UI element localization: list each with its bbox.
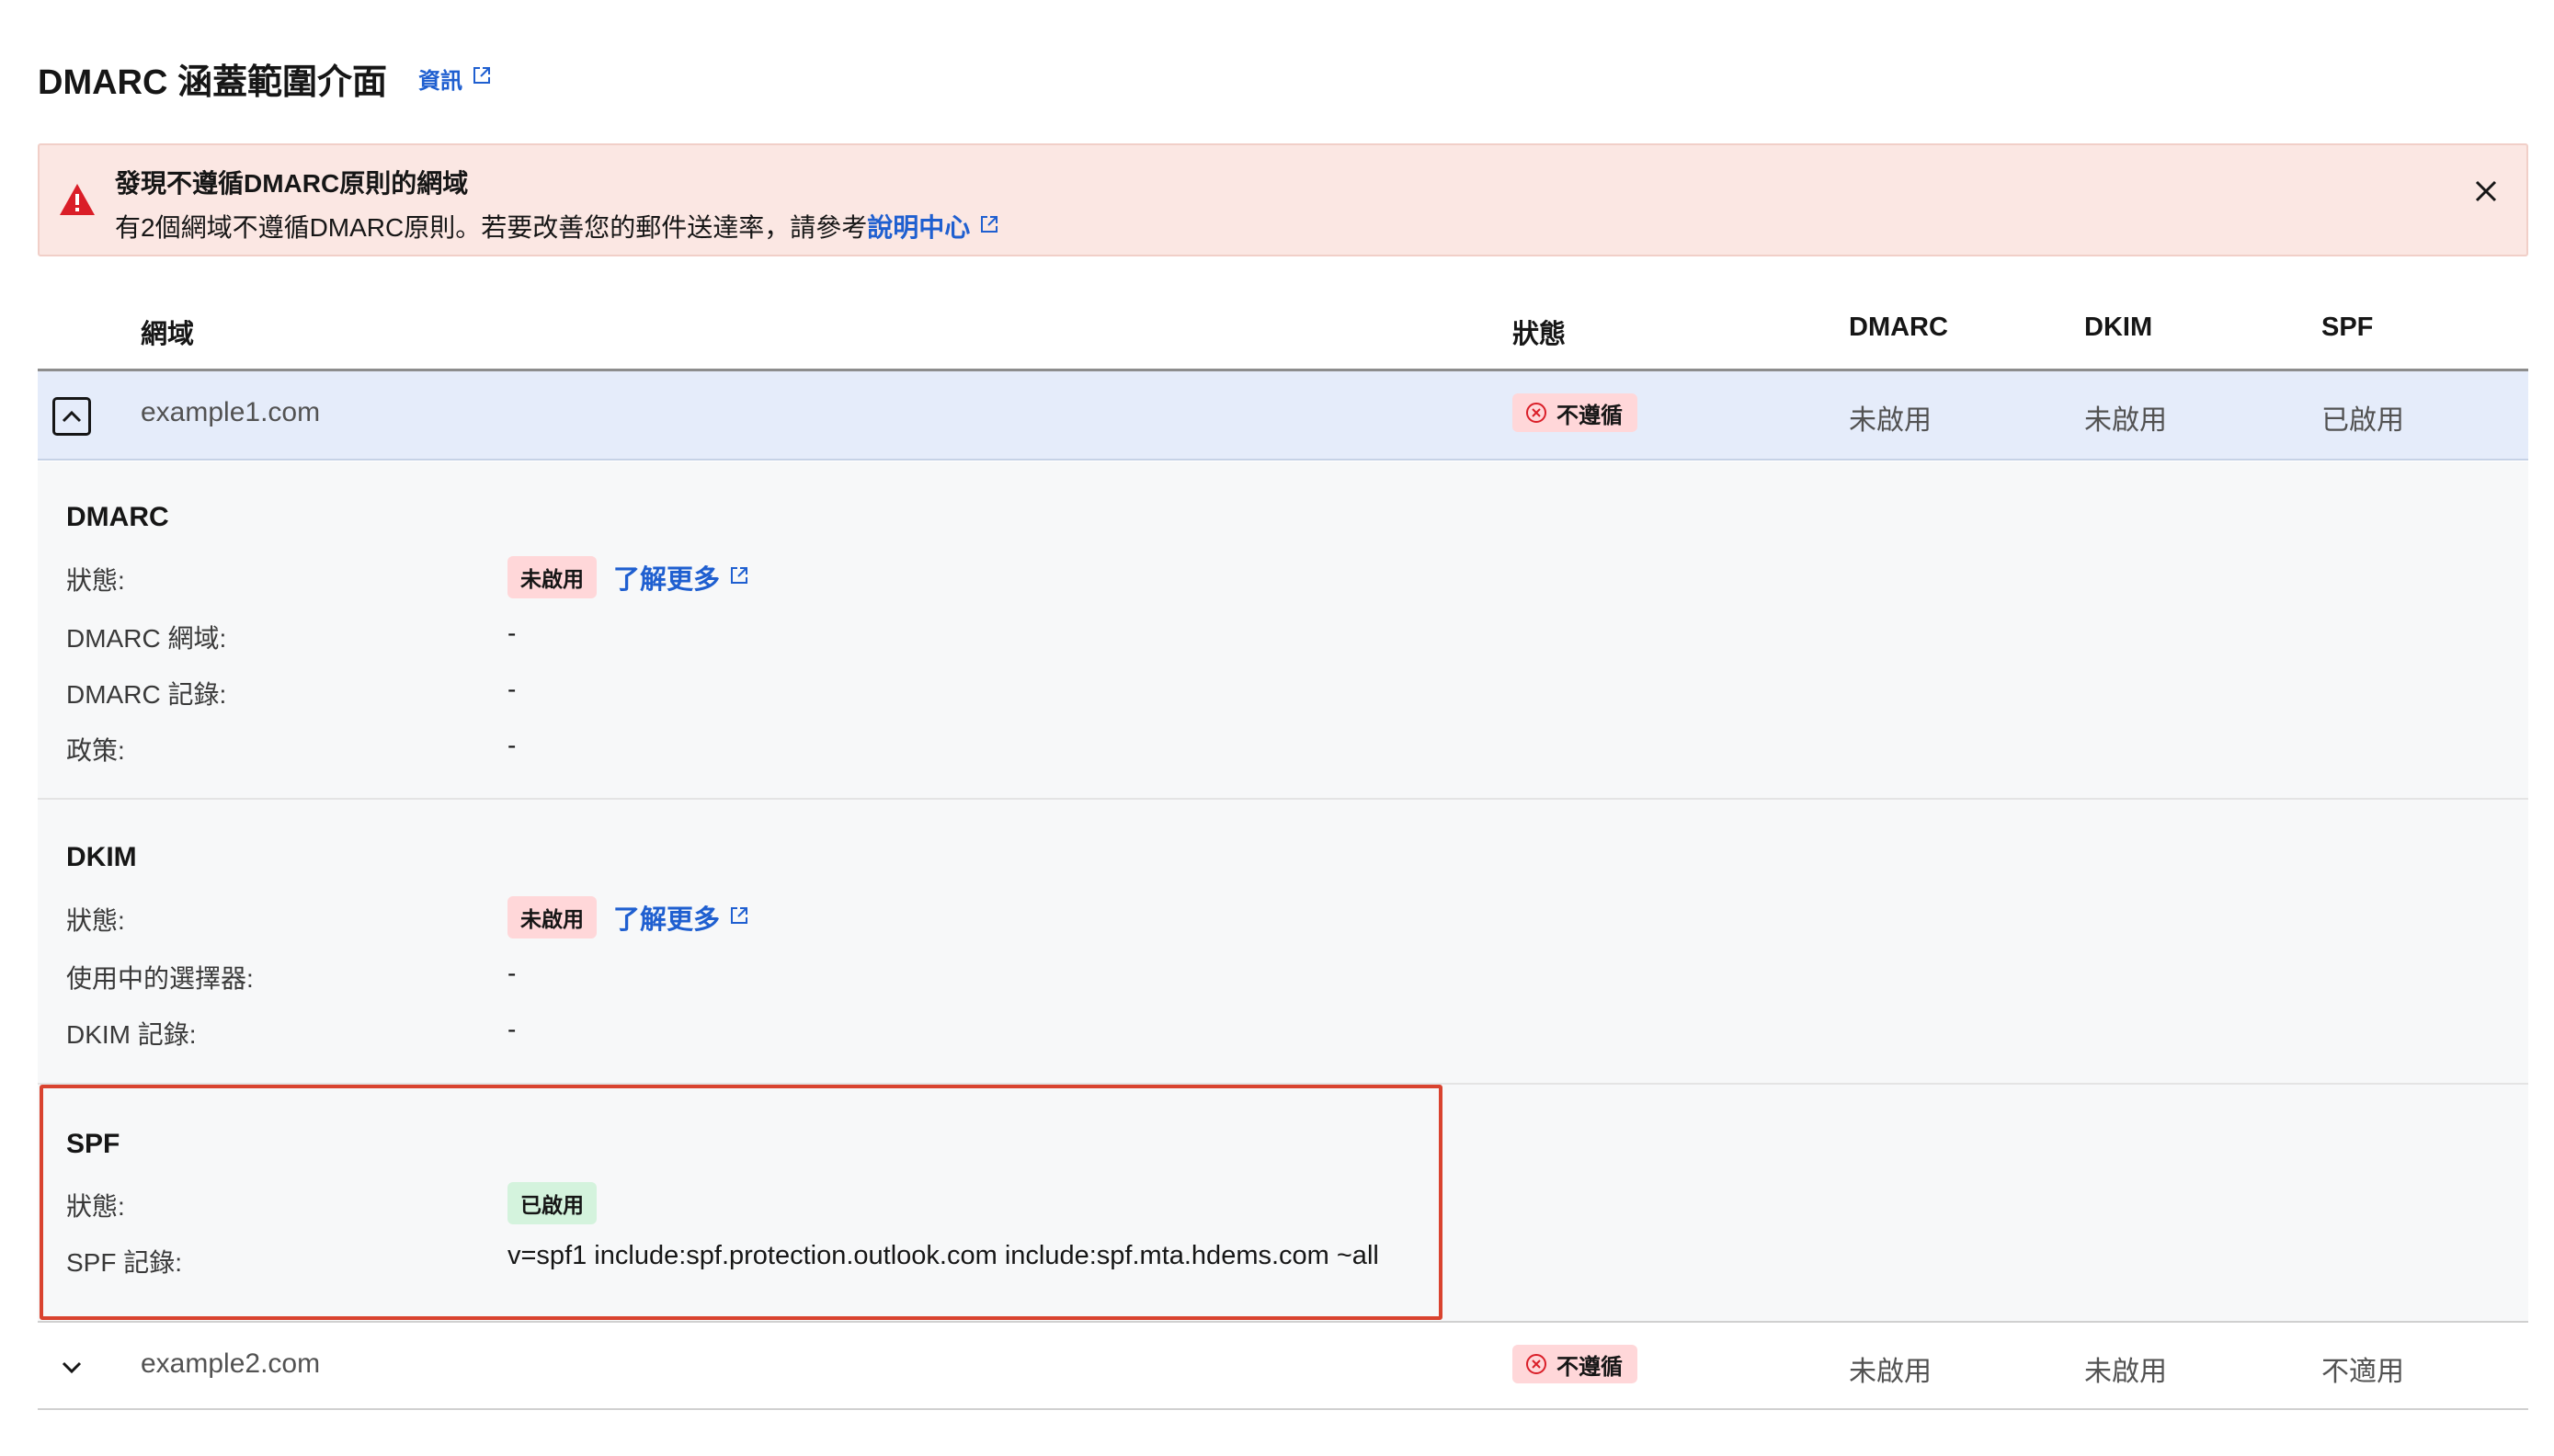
status-badge: 不遵循 <box>1512 393 1637 432</box>
dkim-status-value: 未啟用 了解更多 <box>507 896 749 938</box>
dkim-status-label: 狀態: <box>66 906 125 935</box>
dkim-section: DKIM 狀態: 未啟用 了解更多 使用中的選擇器: - DKIM 記錄: - <box>38 800 2528 1085</box>
title-row: DMARC 涵蓋範圍介面 資訊 <box>38 53 492 104</box>
header-dmarc: DMARC <box>1849 313 1948 342</box>
collapse-row-button[interactable] <box>52 397 91 436</box>
table-header: 網域 狀態 DMARC DKIM SPF <box>38 292 2528 371</box>
status-badge: 未啟用 <box>507 896 597 938</box>
row-dmarc: 未啟用 <box>1849 405 1932 436</box>
status-badge-label: 不遵循 <box>1556 403 1623 428</box>
domains-table: 網域 狀態 DMARC DKIM SPF example1.com 不遵循 未啟… <box>38 292 2528 461</box>
row-domain: example2.com <box>141 1348 321 1379</box>
dmarc-status-value: 未啟用 了解更多 <box>507 556 749 598</box>
row-domain: example1.com <box>141 397 321 427</box>
chevron-down-icon <box>62 1361 82 1374</box>
table-row[interactable]: example1.com 不遵循 未啟用 未啟用 已啟用 <box>38 371 2528 461</box>
dmarc-policy-label: 政策: <box>66 736 125 765</box>
dkim-section-title: DKIM <box>66 842 137 872</box>
table-row[interactable]: example2.com 不遵循 未啟用 未啟用 不適用 <box>38 1321 2528 1410</box>
help-center-link[interactable]: 說明中心 <box>867 208 970 245</box>
dkim-selector-label: 使用中的選擇器: <box>66 964 254 993</box>
warning-icon <box>58 182 97 222</box>
spf-highlight-box <box>40 1085 1442 1320</box>
dkim-learn-more-link[interactable]: 了解更多 <box>613 898 749 937</box>
info-link-label: 資訊 <box>417 69 462 94</box>
close-icon[interactable] <box>2473 178 2499 209</box>
expand-row-button[interactable] <box>52 1348 91 1387</box>
page-title: DMARC 涵蓋範圍介面 <box>38 63 387 102</box>
banner-message: 有2個網域不遵循DMARC原則。若要改善您的郵件送達率，請參考 說明中心 <box>115 208 999 245</box>
error-circle-icon <box>1526 403 1546 423</box>
error-circle-icon <box>1526 1354 1546 1374</box>
dmarc-domain-value: - <box>507 619 517 647</box>
external-link-icon <box>729 563 749 593</box>
dmarc-record-label: DMARC 記錄: <box>66 680 227 709</box>
dmarc-section: DMARC 狀態: 未啟用 了解更多 DMARC 網域: - DMARC 記錄:… <box>38 461 2528 800</box>
external-link-icon <box>472 65 492 92</box>
learn-more-label: 了解更多 <box>613 565 721 595</box>
dkim-selector-value: - <box>507 959 517 987</box>
row-dkim: 未啟用 <box>2084 405 2167 436</box>
learn-more-label: 了解更多 <box>613 905 721 935</box>
banner-message-text: 有2個網域不遵循DMARC原則。若要改善您的郵件送達率，請參考 <box>115 213 868 242</box>
dkim-record-label: DKIM 記錄: <box>66 1020 197 1049</box>
dkim-record-value: - <box>507 1015 517 1043</box>
row-spf: 不適用 <box>2321 1357 2404 1387</box>
external-link-icon <box>729 903 749 933</box>
header-domain: 網域 <box>141 320 195 349</box>
dmarc-learn-more-link[interactable]: 了解更多 <box>613 558 749 597</box>
external-link-icon <box>979 211 999 241</box>
dmarc-record-value: - <box>507 675 517 703</box>
row-dmarc: 未啟用 <box>1849 1357 1932 1387</box>
header-status: 狀態 <box>1512 320 1567 349</box>
chevron-up-icon <box>62 410 82 423</box>
dmarc-section-title: DMARC <box>66 502 169 532</box>
dmarc-policy-value: - <box>507 731 517 759</box>
banner-title: 發現不遵循DMARC原則的網域 <box>115 169 469 198</box>
row-spf: 已啟用 <box>2321 405 2404 436</box>
status-badge: 不遵循 <box>1512 1345 1637 1383</box>
row-dkim: 未啟用 <box>2084 1357 2167 1387</box>
header-spf: SPF <box>2321 313 2374 342</box>
dmarc-domain-label: DMARC 網域: <box>66 624 227 653</box>
info-link[interactable]: 資訊 <box>418 63 492 95</box>
header-dkim: DKIM <box>2084 313 2153 342</box>
status-badge: 未啟用 <box>507 556 597 598</box>
warning-banner: 發現不遵循DMARC原則的網域 有2個網域不遵循DMARC原則。若要改善您的郵件… <box>38 143 2528 256</box>
dmarc-status-label: 狀態: <box>66 566 125 595</box>
status-badge-label: 不遵循 <box>1556 1354 1623 1380</box>
